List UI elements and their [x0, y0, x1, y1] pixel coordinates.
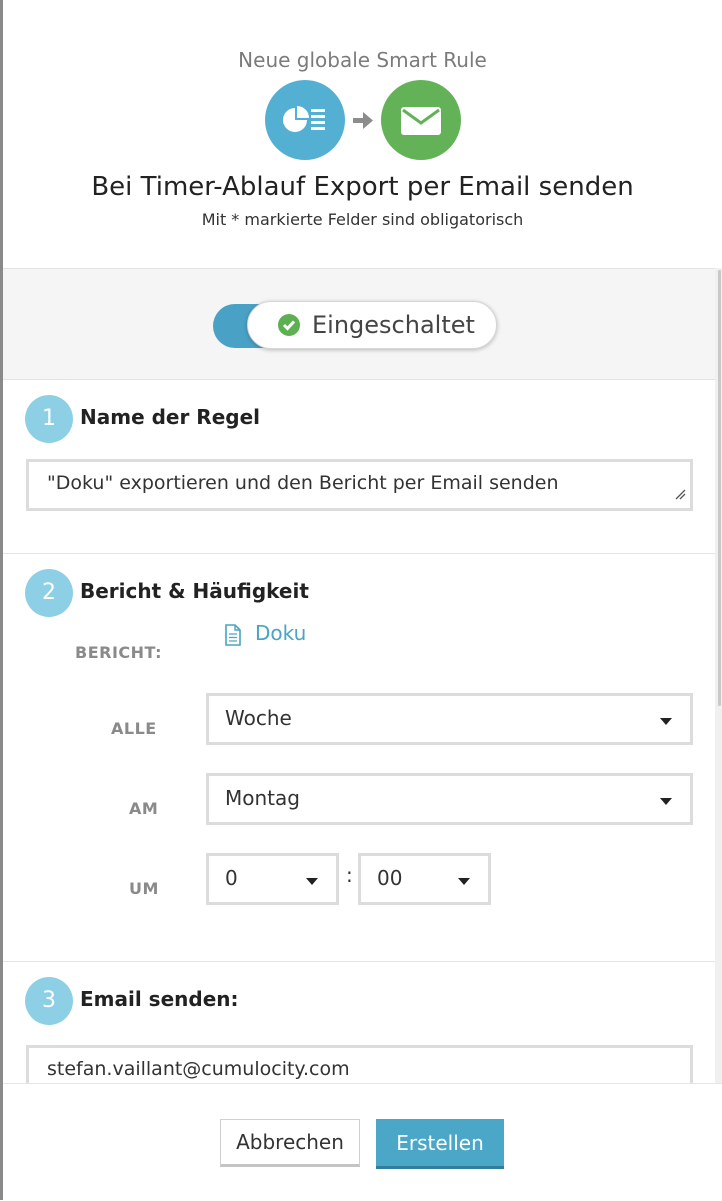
hour-select[interactable]: 0	[206, 853, 339, 905]
chevron-down-icon	[660, 718, 672, 725]
every-label: ALLE	[111, 719, 157, 738]
document-icon	[223, 623, 243, 652]
section-report-frequency: 2 Bericht & Häufigkeit BERICHT: Doku ALL…	[3, 553, 715, 961]
toggle-pill[interactable]: Eingeschaltet	[247, 301, 497, 349]
chevron-down-icon	[660, 798, 672, 805]
arrow-right-icon	[351, 108, 375, 136]
rule-form-scroll-area[interactable]: Eingeschaltet 1 Name der Regel "Doku" ex…	[3, 268, 715, 1084]
step-number-1: 1	[25, 395, 73, 443]
required-fields-note: Mit * markierte Felder sind obligatorisc…	[201, 210, 524, 229]
toggle-label: Eingeschaltet	[312, 311, 475, 339]
day-select-value: Montag	[225, 786, 300, 810]
report-link-text[interactable]: Doku	[255, 621, 306, 645]
dialog-header: Neue globale Smart Rule Bei Timer-Ablauf…	[3, 0, 722, 268]
section-rule-name: 1 Name der Regel "Doku" exportieren und …	[3, 379, 715, 553]
time-separator: :	[346, 863, 353, 887]
dialog-title: Bei Timer-Ablauf Export per Email senden	[91, 172, 634, 202]
minute-select-value: 00	[377, 866, 403, 890]
section-title-name: Name der Regel	[80, 405, 261, 429]
hour-select-value: 0	[225, 866, 238, 890]
section-title-email: Email senden:	[80, 987, 239, 1011]
create-button[interactable]: Erstellen	[376, 1119, 504, 1169]
section-divider	[3, 961, 715, 962]
minute-select[interactable]: 00	[358, 853, 491, 905]
every-select-value: Woche	[225, 706, 292, 730]
section-divider	[3, 379, 715, 380]
step-number-3: 3	[25, 977, 73, 1025]
resize-grip-icon[interactable]	[674, 485, 686, 504]
rule-name-value: "Doku" exportieren und den Bericht per E…	[47, 472, 559, 494]
email-field-value: stefan.vaillant@cumulocity.com	[47, 1058, 350, 1080]
chevron-down-icon	[306, 878, 318, 885]
dialog-footer: Abbrechen Erstellen	[3, 1083, 722, 1201]
scrollbar-thumb[interactable]	[718, 270, 721, 706]
enabled-toggle[interactable]: Eingeschaltet	[211, 301, 499, 353]
cancel-button[interactable]: Abbrechen	[220, 1119, 360, 1167]
report-label: BERICHT:	[75, 643, 162, 662]
section-divider	[3, 553, 715, 554]
email-field[interactable]: stefan.vaillant@cumulocity.com	[26, 1045, 693, 1084]
section-send-email: 3 Email senden: stefan.vaillant@cumuloci…	[3, 961, 715, 1084]
check-circle-icon	[278, 314, 300, 336]
day-select[interactable]: Montag	[206, 773, 693, 825]
on-label: AM	[129, 799, 159, 818]
envelope-icon	[381, 80, 461, 160]
rule-name-textarea[interactable]: "Doku" exportieren und den Bericht per E…	[26, 459, 693, 511]
dialog-subtitle: Neue globale Smart Rule	[238, 48, 487, 72]
chevron-down-icon	[458, 878, 470, 885]
at-label: UM	[129, 879, 159, 898]
report-icon	[265, 80, 345, 160]
section-title-report: Bericht & Häufigkeit	[80, 579, 309, 603]
step-number-2: 2	[25, 569, 73, 617]
every-select[interactable]: Woche	[206, 693, 693, 745]
